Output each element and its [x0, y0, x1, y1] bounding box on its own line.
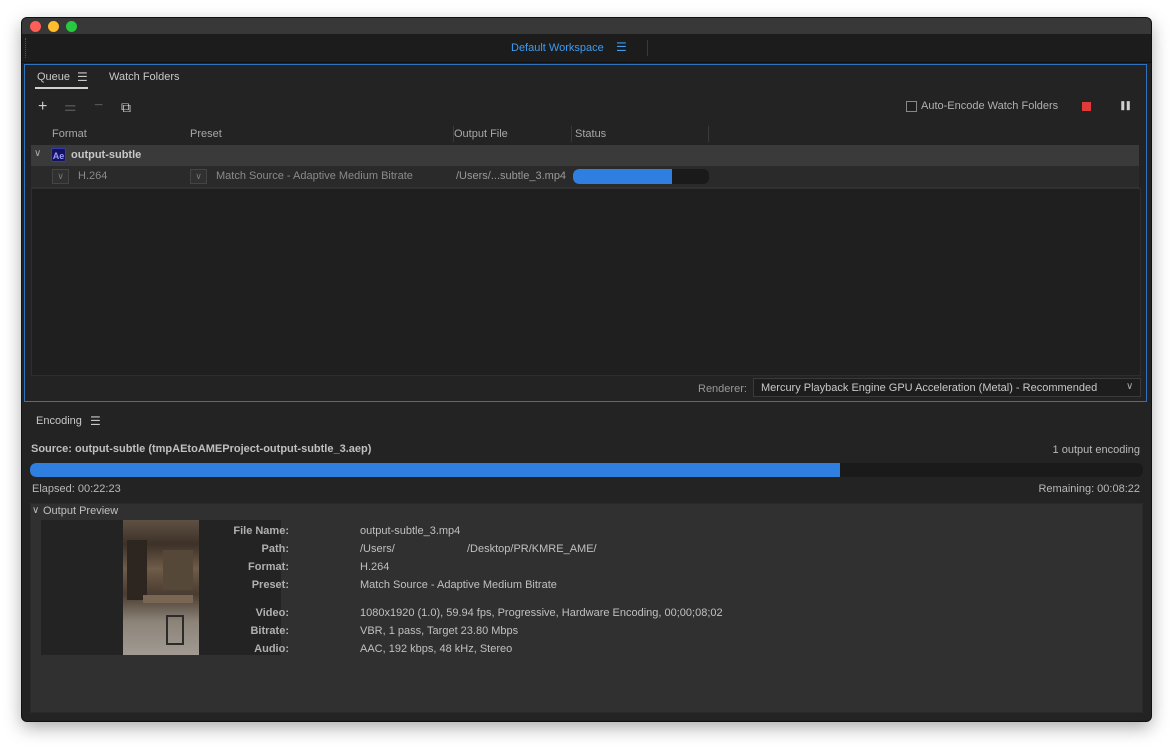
file-name-label: File Name: [233, 525, 289, 537]
queue-group-row[interactable]: ∨ Ae output-subtle [31, 145, 1139, 166]
duplicate-icon[interactable]: ⧉ [121, 99, 131, 116]
queue-menu-icon[interactable]: ☰ [77, 70, 88, 84]
auto-encode-checkbox[interactable] [906, 101, 917, 112]
output-preview-title[interactable]: Output Preview [43, 505, 118, 517]
active-tab-indicator [35, 87, 88, 89]
renderer-label: Renderer: [698, 383, 747, 395]
renderer-select[interactable]: Mercury Playback Engine GPU Acceleration… [753, 378, 1141, 397]
title-bar [22, 18, 1151, 34]
encoding-title[interactable]: Encoding [36, 415, 82, 427]
column-output-file[interactable]: Output File [454, 128, 508, 140]
audio-label: Audio: [254, 643, 289, 655]
queue-panel: Queue ☰ Watch Folders + ⚌ − ⧉ Auto-Encod… [24, 64, 1147, 402]
remove-icon[interactable]: − [94, 97, 103, 115]
item-progress-fill [573, 169, 673, 184]
format-dropdown[interactable]: ∨ [52, 169, 69, 184]
path-value-end: /Desktop/PR/KMRE_AME/ [467, 543, 597, 555]
preset-label: Preset: [251, 579, 289, 591]
divider [647, 40, 648, 56]
column-divider [571, 126, 572, 142]
preset-dropdown[interactable]: ∨ [190, 169, 207, 184]
close-window-button[interactable] [30, 21, 41, 32]
encoding-progress-bar [30, 463, 1143, 477]
path-label: Path: [261, 543, 290, 555]
encoding-source: Source: output-subtle (tmpAEtoAMEProject… [31, 443, 372, 455]
audio-value: AAC, 192 kbps, 48 kHz, Stereo [360, 643, 513, 655]
pause-icon[interactable]: ❚❚ [1119, 100, 1132, 111]
column-status[interactable]: Status [575, 128, 606, 140]
format-label: Format: [248, 561, 289, 573]
preset-value: Match Source - Adaptive Medium Bitrate [360, 579, 557, 591]
format-value: H.264 [360, 561, 390, 573]
tab-watch-folders[interactable]: Watch Folders [109, 71, 180, 83]
video-value: 1080x1920 (1.0), 59.94 fps, Progressive,… [360, 607, 723, 619]
bitrate-label: Bitrate: [250, 625, 289, 637]
renderer-value: Mercury Playback Engine GPU Acceleration… [761, 382, 1098, 394]
after-effects-icon: Ae [51, 148, 66, 162]
group-name: output-subtle [71, 149, 142, 161]
output-settings-icon[interactable]: ⚌ [64, 98, 77, 115]
output-preview-panel: ∨ Output Preview File Name: output-subtl… [30, 503, 1143, 713]
encoding-progress-fill [30, 463, 841, 477]
workspace-bar: Default Workspace ☰ [22, 34, 1151, 63]
drag-handle[interactable] [25, 38, 29, 58]
zoom-window-button[interactable] [66, 21, 77, 32]
app-window: Default Workspace ☰ Queue ☰ Watch Folder… [22, 18, 1151, 721]
bitrate-value: VBR, 1 pass, Target 23.80 Mbps [360, 625, 519, 637]
auto-encode-label: Auto-Encode Watch Folders [921, 100, 1059, 112]
hamburger-icon[interactable]: ☰ [616, 40, 627, 54]
video-label: Video: [255, 607, 289, 619]
item-output-file[interactable]: /Users/...subtle_3.mp4 [456, 170, 566, 182]
encoding-panel: Encoding ☰ Source: output-subtle (tmpAEt… [24, 406, 1147, 718]
minimize-window-button[interactable] [48, 21, 59, 32]
column-preset[interactable]: Preset [190, 128, 222, 140]
file-name-value: output-subtle_3.mp4 [360, 525, 461, 537]
chevron-down-icon[interactable]: ∨ [32, 505, 39, 516]
encoding-menu-icon[interactable]: ☰ [90, 414, 101, 428]
path-value-start: /Users/ [360, 543, 395, 555]
item-progress-bar [573, 169, 709, 184]
queue-list-empty-area[interactable] [31, 188, 1141, 376]
elapsed-time: Elapsed: 00:22:23 [32, 483, 121, 495]
stop-queue-button[interactable] [1082, 102, 1091, 111]
add-source-icon[interactable]: + [38, 98, 47, 116]
preview-thumbnail [123, 520, 199, 655]
tab-queue[interactable]: Queue [37, 71, 70, 83]
output-count: 1 output encoding [1052, 444, 1140, 456]
item-format[interactable]: H.264 [78, 170, 107, 182]
workspace-label[interactable]: Default Workspace [511, 42, 604, 54]
column-format[interactable]: Format [52, 128, 87, 140]
queue-item-row[interactable]: ∨ H.264 ∨ Match Source - Adaptive Medium… [31, 166, 1139, 188]
chevron-down-icon: ∨ [1126, 381, 1134, 392]
item-preset[interactable]: Match Source - Adaptive Medium Bitrate [216, 170, 413, 182]
chevron-down-icon[interactable]: ∨ [34, 148, 41, 159]
column-divider [708, 126, 709, 142]
remaining-time: Remaining: 00:08:22 [1038, 483, 1140, 495]
